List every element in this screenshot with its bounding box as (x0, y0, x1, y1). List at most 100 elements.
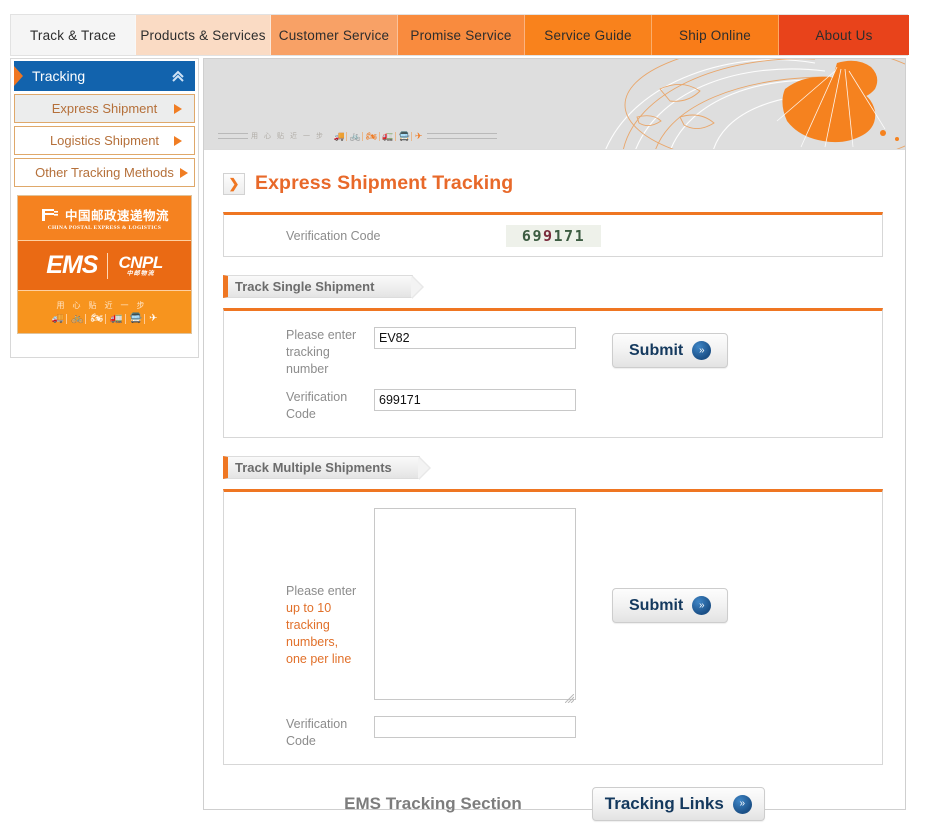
sidebar-item-logistics-shipment[interactable]: Logistics Shipment (14, 126, 195, 155)
multiple-verification-label: Verification Code (286, 717, 348, 748)
multiple-label-line4: one per line (286, 652, 352, 666)
multiple-label-line2: up to 10 tracking (286, 601, 332, 632)
page-title: Express Shipment Tracking (255, 172, 514, 194)
transport-icon: 🚛 (108, 314, 126, 324)
verification-code-label: Verification Code (286, 228, 381, 243)
captcha-digit: 6 (521, 226, 533, 245)
single-verification-label: Verification Code (286, 390, 348, 421)
verification-code-panel: Verification Code 699171 (223, 212, 883, 257)
nav-tab-products-services[interactable]: Products & Services (136, 15, 271, 55)
single-verification-input[interactable] (374, 389, 576, 411)
sidebar-item-express-shipment[interactable]: Express Shipment (14, 94, 195, 123)
tracking-number-input[interactable] (374, 327, 576, 349)
single-verification-field-wrap (374, 389, 576, 411)
sidebar-item-other-tracking-methods[interactable]: Other Tracking Methods (14, 158, 195, 187)
multiple-submit-label: Submit (629, 596, 684, 614)
single-tracking-row: Please enter tracking number Submit » (224, 327, 882, 378)
transport-icon: 🚍 (128, 314, 146, 324)
section-tab-track-multiple: Track Multiple Shipments (223, 456, 431, 480)
page-title-row: ❯ Express Shipment Tracking (223, 172, 905, 195)
double-chevron-right-icon: » (732, 794, 752, 814)
captcha-digit: 9 (532, 226, 543, 245)
captcha-digit: 1 (574, 226, 586, 245)
hero-banner: 用心贴近一步 🚚 🚲 🏍 🚛 🚍 ✈ (204, 59, 905, 150)
multiple-textarea-row: Please enter up to 10 tracking numbers, … (224, 508, 882, 705)
slogan-band: 用心贴近一步 🚚 🚲 🏍 🚛 🚍 ✈ (18, 291, 191, 333)
china-post-en-text: CHINA POSTAL EXPRESS & LOGISTICS (47, 225, 162, 231)
captcha-digit: 9 (542, 226, 554, 245)
chevron-right-icon (180, 167, 188, 178)
ems-tracking-section-title: EMS Tracking Section (344, 794, 522, 813)
tab-arrow-shape (418, 456, 431, 480)
sidebar-item-label: Express Shipment (51, 101, 158, 116)
nav-tab-ship-online[interactable]: Ship Online (652, 15, 779, 55)
double-chevron-right-icon: » (692, 596, 712, 615)
multiple-tracking-label: Please enter up to 10 tracking numbers, … (224, 508, 374, 668)
transport-icon: ✈ (414, 130, 423, 141)
multiple-tracking-textarea[interactable] (374, 508, 576, 700)
transport-icons-row: 🚚 🚲 🏍 🚛 🚍 ✈ (50, 314, 160, 324)
brand-logo-block: 中国邮政速递物流 CHINA POSTAL EXPRESS & LOGISTIC… (17, 195, 192, 334)
section-tab-track-single: Track Single Shipment (223, 275, 424, 299)
multiple-textarea-wrap (374, 508, 576, 705)
chevron-right-icon (174, 135, 182, 146)
nav-tab-promise-service[interactable]: Promise Service (398, 15, 525, 55)
slogan-text: 用心贴近一步 (56, 301, 153, 310)
multiple-label-line1: Please enter (286, 584, 357, 598)
multiple-submit-button[interactable]: Submit » (612, 588, 729, 623)
banner-transport-icons: 🚚 🚲 🏍 🚛 🚍 ✈ (332, 130, 424, 141)
captcha-digit: 1 (553, 226, 565, 245)
ems-tracking-section-row: EMS Tracking Section Tracking Links » (204, 787, 905, 821)
china-post-emblem-icon (41, 208, 58, 221)
section-tab-label: Track Single Shipment (235, 279, 375, 294)
ems-cnpl-band: EMS CNPL 中邮物流 (18, 241, 191, 291)
sidebar: Tracking Express Shipment Logistics Ship… (10, 58, 199, 358)
main-navigation: Track & Trace Products & Services Customer… (10, 14, 909, 56)
tracking-number-field-wrap (374, 327, 576, 349)
transport-icon: 🚲 (348, 131, 364, 141)
banner-rule-left (218, 133, 248, 139)
cnpl-logo: CNPL 中邮物流 (118, 253, 163, 277)
nav-tab-about-us[interactable]: About Us (779, 15, 909, 55)
sidebar-item-label: Logistics Shipment (49, 133, 160, 148)
double-chevron-right-icon: » (692, 341, 712, 360)
multiple-shipment-form: Please enter up to 10 tracking numbers, … (223, 489, 883, 765)
cnpl-logo-subtext: 中邮物流 (126, 270, 155, 277)
nav-tab-service-guide[interactable]: Service Guide (525, 15, 652, 55)
single-submit-wrap: Submit » (612, 333, 729, 368)
single-submit-button[interactable]: Submit » (612, 333, 729, 368)
sidebar-item-label: Other Tracking Methods (35, 165, 174, 180)
transport-icon: 🚛 (381, 131, 397, 141)
logo-divider (107, 252, 109, 279)
captcha-image: 699171 (506, 224, 601, 247)
transport-icon: 🚚 (332, 131, 348, 141)
section-tab-label: Track Multiple Shipments (235, 460, 392, 475)
banner-slogan: 用心贴近一步 (251, 132, 329, 140)
nav-tab-track-trace[interactable]: Track & Trace (11, 15, 136, 55)
transport-icon: 🚍 (397, 131, 413, 141)
page-root: Track & Trace Products & Services Customer… (0, 0, 938, 825)
sidebar-marker-icon (14, 66, 23, 86)
tracking-links-label: Tracking Links (604, 794, 724, 813)
chevron-right-icon: ❯ (223, 172, 245, 195)
multiple-verification-input[interactable] (374, 716, 576, 738)
single-verification-row: Verification Code (224, 389, 882, 423)
nav-tab-customer-service[interactable]: Customer Service (271, 15, 398, 55)
ems-logo-text: EMS (46, 251, 98, 279)
multiple-label-line3: numbers, (286, 635, 339, 649)
captcha-digit: 7 (564, 226, 575, 245)
cnpl-logo-text: CNPL (118, 253, 163, 272)
sidebar-section-label: Tracking (32, 68, 86, 84)
transport-icon: 🏍 (88, 314, 107, 324)
banner-rule-right (426, 133, 497, 139)
sidebar-section-tracking[interactable]: Tracking (14, 61, 195, 91)
china-post-logo-band: 中国邮政速递物流 CHINA POSTAL EXPRESS & LOGISTIC… (18, 196, 191, 241)
chevron-right-icon (174, 103, 182, 114)
transport-icon: 🏍 (364, 131, 380, 141)
tracking-number-label: Please enter tracking number (286, 328, 357, 376)
transport-icon: 🚚 (50, 314, 67, 324)
content-area: 用心贴近一步 🚚 🚲 🏍 🚛 🚍 ✈ ❯ Express Shipment Trackin… (203, 58, 906, 821)
tracking-links-button[interactable]: Tracking Links » (591, 787, 765, 821)
multiple-verification-field-wrap (374, 716, 576, 738)
chevron-up-double-icon[interactable] (170, 66, 186, 86)
